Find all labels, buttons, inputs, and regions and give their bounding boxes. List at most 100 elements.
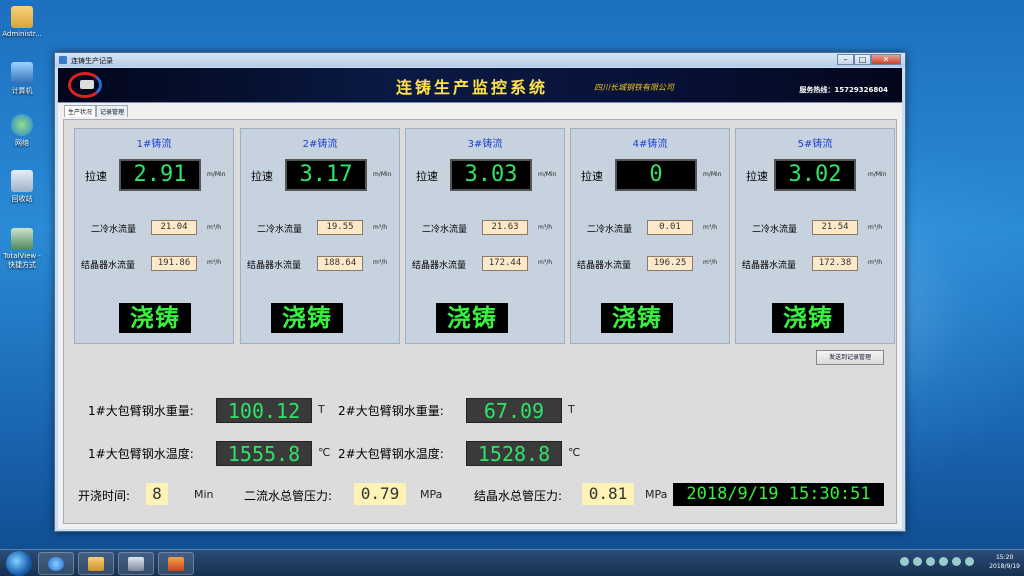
speed-unit: m/Min: [868, 171, 887, 178]
ladle2-temperature-unit: ℃: [568, 446, 581, 459]
app-title: 连铸生产监控系统: [396, 78, 549, 97]
cooling-flow-label: 二冷水流量: [422, 225, 468, 235]
cooling-flow-label: 二冷水流量: [587, 225, 633, 235]
cooling-flow-unit: m³/h: [538, 224, 553, 231]
tray-icon[interactable]: [926, 557, 935, 566]
app-icon: [59, 56, 67, 64]
strand-title: 2#铸流: [302, 139, 338, 150]
cooling-flow-unit: m³/h: [207, 224, 222, 231]
mold-flow-unit: m³/h: [868, 259, 883, 266]
cooling-flow-value: 21.63: [482, 220, 528, 235]
ladle1-temperature-label: 1#大包臂钢水温度:: [88, 447, 194, 461]
casting-status: 浇铸: [271, 303, 343, 333]
window-client: 连铸生产监控系统 四川长城钢铁有限公司 服务热线：15729326804 生产状…: [58, 68, 902, 529]
app-header: 连铸生产监控系统 四川长城钢铁有限公司 服务热线：15729326804: [58, 68, 902, 103]
strand-card-2: 2#铸流 拉速 3.17 m/Min 二冷水流量 19.55 m³/h 结晶器水…: [240, 128, 400, 344]
window-titlebar[interactable]: 连铸生产记录 – □ ✕: [55, 53, 905, 67]
computer-icon: [11, 62, 33, 84]
speed-display: 2.91: [119, 159, 201, 191]
desktop-icon-computer[interactable]: 计算机: [2, 62, 42, 96]
taskbar-explorer[interactable]: [78, 552, 114, 575]
casting-status: 浇铸: [436, 303, 508, 333]
casting-status: 浇铸: [772, 303, 844, 333]
minimize-button[interactable]: –: [837, 54, 854, 65]
cooling-flow-label: 二冷水流量: [257, 225, 303, 235]
send-to-records-button[interactable]: 发送到记录管理: [816, 350, 884, 365]
mold-flow-label: 结晶器水流量: [81, 261, 136, 271]
mold-flow-unit: m³/h: [207, 259, 222, 266]
desktop-icon-recycle-bin[interactable]: 回收站: [2, 170, 42, 204]
casting-time-value: 8: [146, 483, 168, 505]
strand-title: 4#铸流: [632, 139, 668, 150]
ladle1-weight-label: 1#大包臂钢水重量:: [88, 404, 194, 418]
tray-icon[interactable]: [952, 557, 961, 566]
mold-flow-label: 结晶器水流量: [247, 261, 302, 271]
casting-status: 浇铸: [601, 303, 673, 333]
speed-label: 拉速: [746, 170, 768, 183]
taskbar-tool[interactable]: [118, 552, 154, 575]
mold-flow-value: 188.64: [317, 256, 363, 271]
ladle1-temperature-display: 1555.8: [216, 441, 312, 466]
recycle-bin-icon: [11, 170, 33, 192]
casting-time-unit: Min: [194, 488, 214, 501]
tray-icon[interactable]: [900, 557, 909, 566]
speed-label: 拉速: [85, 170, 107, 183]
maximize-button[interactable]: □: [854, 54, 871, 65]
speed-display: 3.17: [285, 159, 367, 191]
speed-label: 拉速: [581, 170, 603, 183]
totalview-icon: [11, 228, 33, 250]
production-panel: 1#铸流 拉速 2.91 m/Min 二冷水流量 21.04 m³/h 结晶器水…: [63, 119, 897, 524]
mold-pressure-label: 结晶水总管压力:: [474, 489, 563, 503]
speed-label: 拉速: [416, 170, 438, 183]
tab-production-status[interactable]: 生产状况: [64, 105, 97, 117]
desktop-icon-administrator[interactable]: Administr...: [2, 6, 42, 38]
cooling-flow-value: 0.01: [647, 220, 693, 235]
taskbar-app[interactable]: [158, 552, 194, 575]
folder-icon: [11, 6, 33, 28]
desktop-icon-network[interactable]: 网络: [2, 114, 42, 148]
strand-card-1: 1#铸流 拉速 2.91 m/Min 二冷水流量 21.04 m³/h 结晶器水…: [74, 128, 234, 344]
strand-card-5: 5#铸流 拉速 3.02 m/Min 二冷水流量 21.54 m³/h 结晶器水…: [735, 128, 895, 344]
ladle2-temperature-display: 1528.8: [466, 441, 562, 466]
start-button[interactable]: [6, 551, 32, 576]
close-button[interactable]: ✕: [871, 54, 901, 65]
folder-icon: [88, 557, 104, 571]
ladle1-weight-display: 100.12: [216, 398, 312, 423]
cooling-flow-unit: m³/h: [703, 224, 718, 231]
tray-icon[interactable]: [965, 557, 974, 566]
ladle2-weight-display: 67.09: [466, 398, 562, 423]
strand-card-4: 4#铸流 拉速 0 m/Min 二冷水流量 0.01 m³/h 结晶器水流量 1…: [570, 128, 730, 344]
ladle1-temperature-unit: ℃: [318, 446, 331, 459]
desktop-icon-totalview[interactable]: TotalView - 快捷方式: [2, 228, 42, 270]
speed-unit: m/Min: [207, 171, 226, 178]
ladle2-temperature-label: 2#大包臂钢水温度:: [338, 447, 444, 461]
tool-icon: [128, 557, 144, 571]
tray-icon[interactable]: [913, 557, 922, 566]
mold-flow-label: 结晶器水流量: [577, 261, 632, 271]
company-name: 四川长城钢铁有限公司: [594, 83, 674, 92]
tray-icon[interactable]: [939, 557, 948, 566]
tab-record-management[interactable]: 记录管理: [96, 105, 129, 117]
mold-flow-label: 结晶器水流量: [412, 261, 467, 271]
strand-title: 1#铸流: [136, 139, 172, 150]
mold-flow-unit: m³/h: [538, 259, 553, 266]
mold-flow-value: 196.25: [647, 256, 693, 271]
taskbar-ie[interactable]: [38, 552, 74, 575]
cooling-flow-unit: m³/h: [373, 224, 388, 231]
datetime-display: 2018/9/19 15:30:51: [673, 483, 884, 506]
mold-flow-unit: m³/h: [373, 259, 388, 266]
logo-detail: [80, 80, 94, 89]
app-icon: [168, 557, 184, 571]
clock-date: 2018/9/19: [989, 563, 1020, 570]
speed-unit: m/Min: [373, 171, 392, 178]
strand-title: 5#铸流: [797, 139, 833, 150]
speed-unit: m/Min: [538, 171, 557, 178]
ladle2-weight-label: 2#大包臂钢水重量:: [338, 404, 444, 418]
cooling-pressure-label: 二流水总管压力:: [244, 489, 333, 503]
clock-time: 15:20: [995, 554, 1014, 561]
cooling-flow-value: 21.54: [812, 220, 858, 235]
desktop-icon-label: Administr...: [2, 30, 42, 38]
speed-unit: m/Min: [703, 171, 722, 178]
taskbar-clock[interactable]: 15:20 2018/9/19: [989, 553, 1020, 571]
mold-flow-label: 结晶器水流量: [742, 261, 797, 271]
